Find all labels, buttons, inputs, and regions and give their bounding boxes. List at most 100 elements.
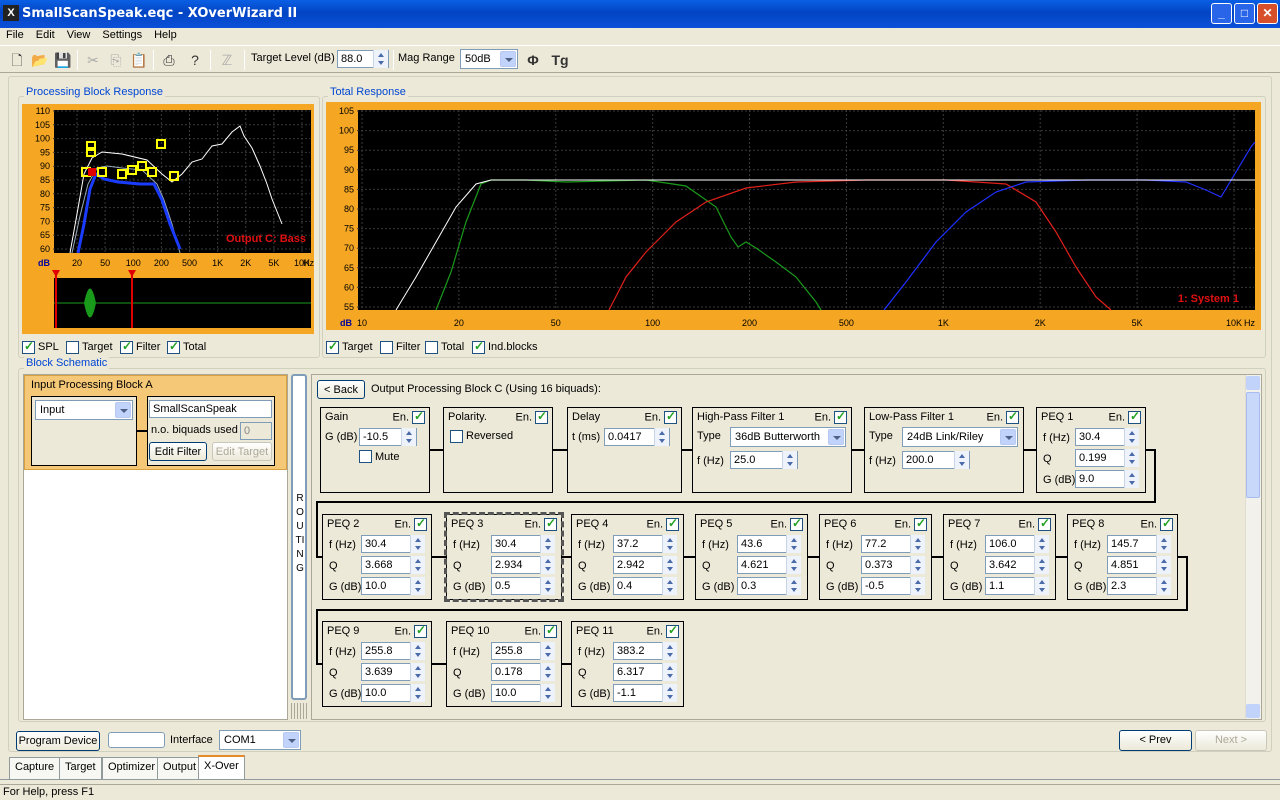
peq-enable-checkbox[interactable] [666,516,679,531]
peq-f-spinner[interactable] [910,535,925,553]
peq-f-spinner[interactable] [1034,535,1049,553]
reversed-checkbox[interactable] [450,430,463,443]
peq-g-spinner[interactable] [410,684,425,702]
gain-spinner[interactable] [401,428,416,446]
peq-enable-checkbox[interactable] [790,516,803,531]
peq-enable-checkbox[interactable] [414,516,427,531]
hpf-type-select[interactable]: 36dB Butterworth [730,427,846,447]
menu-edit[interactable]: Edit [30,28,61,41]
peq-q-spinner[interactable] [410,556,425,574]
peq-g-spinner[interactable] [1156,577,1171,595]
delay-spinner[interactable] [654,428,669,446]
peq-enable[interactable]: En. [524,516,557,531]
gain-enable[interactable]: En. [392,409,425,424]
peq-g-spinner[interactable] [910,577,925,595]
copy-icon[interactable]: ⎘ [105,49,127,71]
peq-enable[interactable]: En. [646,516,679,531]
peq-g-spinner[interactable] [540,577,555,595]
maximize-button[interactable]: □ [1234,3,1255,24]
lpf-enable-checkbox[interactable] [1006,409,1019,424]
input-source-select[interactable]: Input [35,400,133,420]
peq-enable-checkbox[interactable] [544,516,557,531]
peq-f-spinner[interactable] [1156,535,1171,553]
peq-g-spinner[interactable] [540,684,555,702]
peq-enable-checkbox[interactable] [914,516,927,531]
print-icon[interactable]: ⎙ [158,49,180,71]
delay-enable-checkbox[interactable] [664,409,677,424]
peq-enable-checkbox[interactable] [544,623,557,638]
peq-q-spinner[interactable] [786,556,801,574]
program-device-button[interactable]: Program Device [16,731,100,751]
tab-output[interactable]: Output [157,757,203,779]
check-target[interactable] [66,341,79,354]
check-total-filter[interactable] [380,341,393,354]
peq-enable[interactable]: En. [1108,409,1141,424]
peq-g-spinner[interactable] [786,577,801,595]
peq-enable-checkbox[interactable] [1038,516,1051,531]
peq-f-spinner[interactable] [786,535,801,553]
edit-filter-button[interactable]: Edit Filter [149,442,207,461]
minimize-button[interactable]: _ [1211,3,1232,24]
check-total[interactable] [167,339,180,354]
peq-g-spinner[interactable] [1034,577,1049,595]
input-name-field[interactable]: SmallScanSpeak [149,400,272,418]
peq-q-spinner[interactable] [410,663,425,681]
mute-checkbox[interactable] [359,450,372,463]
peq-f-spinner[interactable] [540,642,555,660]
peq-q-spinner[interactable] [1156,556,1171,574]
menu-help[interactable]: Help [148,28,183,41]
phase-icon[interactable]: Φ [522,49,544,71]
tab-optimizer[interactable]: Optimizer [102,757,162,779]
paste-icon[interactable]: 📋 [128,49,150,71]
peq-enable-checkbox[interactable] [1128,409,1141,424]
cut-icon[interactable]: ✂ [82,49,104,71]
splitter-grip[interactable] [291,703,307,719]
tab-x-over[interactable]: X-Over [198,755,245,779]
peq-q-spinner[interactable] [910,556,925,574]
edit-target-button[interactable]: Edit Target [212,442,272,461]
new-file-icon[interactable]: 🗋 [6,49,28,71]
check-spl[interactable] [22,339,35,354]
peq-g-spinner[interactable] [410,577,425,595]
lpf-enable[interactable]: En. [986,409,1019,424]
peq-f-spinner[interactable] [410,535,425,553]
close-button[interactable]: ✕ [1257,3,1278,24]
peq-f-spinner[interactable] [662,535,677,553]
menu-file[interactable]: File [0,28,30,41]
back-button[interactable]: < Back [317,380,365,399]
peq-enable[interactable]: En. [394,516,427,531]
peq-f-spinner[interactable] [540,535,555,553]
prev-button[interactable]: < Prev [1119,730,1192,751]
total-response-plot[interactable]: 105 100 95 90 85 80 75 70 65 60 55 10 20 50 100 200 500… [326,102,1261,330]
peq-enable[interactable]: En. [394,623,427,638]
peq-enable-checkbox[interactable] [414,623,427,638]
next-button[interactable]: Next > [1195,730,1267,751]
menu-settings[interactable]: Settings [96,28,148,41]
peq-q-spinner[interactable] [540,556,555,574]
polarity-enable-checkbox[interactable] [535,409,548,424]
peq-enable-checkbox[interactable] [666,623,679,638]
zoom-icon[interactable]: ℤ [216,49,238,71]
context-help-icon[interactable]: ? [184,49,206,71]
peq-g-spinner[interactable] [662,684,677,702]
check-total-total[interactable] [425,341,438,354]
interface-select[interactable]: COM1 [219,730,301,750]
save-icon[interactable]: 💾 [52,49,74,71]
peq-q-spinner[interactable] [1124,449,1139,467]
tab-capture[interactable]: Capture [9,757,61,779]
peq-g-spinner[interactable] [1124,470,1139,488]
peq-f-spinner[interactable] [410,642,425,660]
delay-enable[interactable]: En. [644,409,677,424]
hpf-enable-checkbox[interactable] [834,409,847,424]
peq-f-spinner[interactable] [662,642,677,660]
check-ind-blocks[interactable] [472,339,485,354]
lpf-f-spinner[interactable] [954,451,969,469]
check-filter[interactable] [120,339,133,354]
peq-enable[interactable]: En. [770,516,803,531]
peq-enable[interactable]: En. [646,623,679,638]
target-level-spinner[interactable] [373,50,388,68]
proc-response-plot[interactable]: 110 105 100 95 90 85 80 75 70 65 60 20 50 100 200 500 1… [22,104,314,334]
peq-q-spinner[interactable] [662,556,677,574]
peq-enable-checkbox[interactable] [1160,516,1173,531]
check-total-target[interactable] [326,339,339,354]
